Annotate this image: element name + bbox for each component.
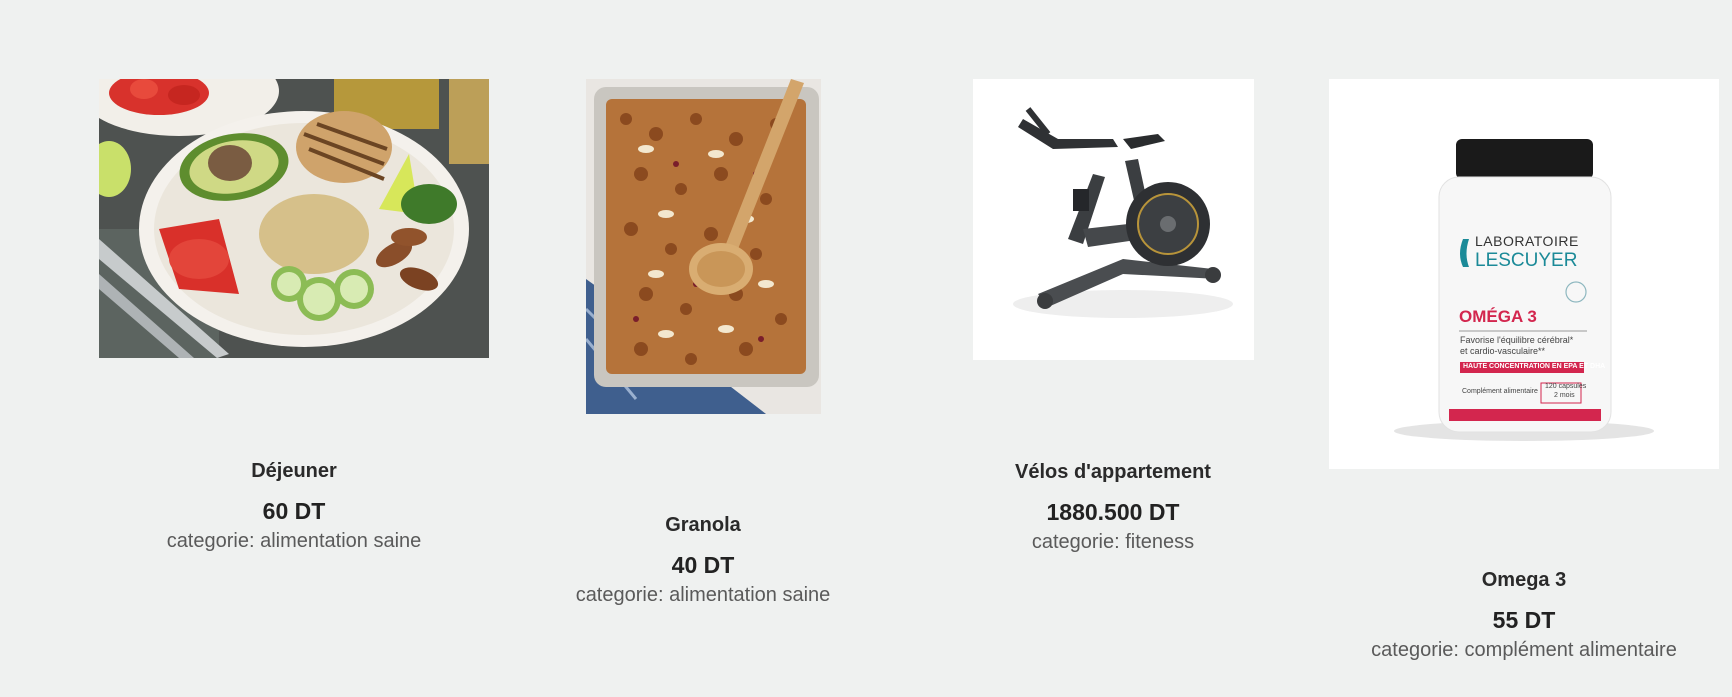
exercise-bike-image[interactable] xyxy=(973,79,1254,360)
granola-tray-image[interactable] xyxy=(586,79,821,414)
product-name: Granola xyxy=(665,514,741,536)
product-category: categorie: alimentation saine xyxy=(575,584,831,606)
product-price: 55 DT xyxy=(1492,607,1556,633)
product-card-velos[interactable]: Vélos d'appartement 1880.500 DT categori… xyxy=(923,79,1303,579)
product-category: categorie: fiteness xyxy=(1031,531,1195,553)
product-price: 40 DT xyxy=(671,552,735,578)
product-category: categorie: alimentation saine xyxy=(166,530,422,552)
label-foot-right-1: 120 capsules xyxy=(1545,383,1587,390)
label-brand-top: LABORATOIRE xyxy=(1475,233,1579,249)
bottle-label: LABORATOIRE LESCUYER OMÉGA 3 Favorise l'… xyxy=(1329,79,1719,469)
label-foot-right-2: 2 mois xyxy=(1554,392,1575,399)
product-category: categorie: complément alimentaire xyxy=(1371,639,1677,661)
label-desc-2: et cardio-vasculaire** xyxy=(1460,346,1546,356)
product-price: 60 DT xyxy=(262,498,326,524)
healthy-bowl-image[interactable] xyxy=(99,79,489,358)
product-name: Déjeuner xyxy=(251,460,337,482)
label-foot-left: Complément alimentaire xyxy=(1462,388,1538,395)
product-card-dejeuner[interactable]: Déjeuner 60 DT categorie: alimentation s… xyxy=(99,79,489,579)
product-card-granola[interactable]: Granola 40 DT categorie: alimentation sa… xyxy=(536,79,870,639)
product-name: Vélos d'appartement xyxy=(1015,461,1211,483)
label-desc-1: Favorise l'équilibre cérébral* xyxy=(1460,335,1574,345)
label-product-name: OMÉGA 3 xyxy=(1459,307,1537,326)
product-card-omega3[interactable]: LABORATOIRE LESCUYER OMÉGA 3 Favorise l'… xyxy=(1329,79,1719,679)
product-name: Omega 3 xyxy=(1481,569,1567,591)
product-price: 1880.500 DT xyxy=(1046,499,1180,525)
label-brand-bottom: LESCUYER xyxy=(1475,250,1578,271)
supplement-bottle-image[interactable]: LABORATOIRE LESCUYER OMÉGA 3 Favorise l'… xyxy=(1329,79,1719,469)
label-band: HAUTE CONCENTRATION EN EPA ET DHA xyxy=(1463,363,1606,370)
